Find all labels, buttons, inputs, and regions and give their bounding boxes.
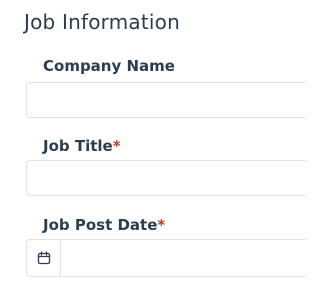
calendar-icon <box>37 251 51 265</box>
company-name-input[interactable] <box>26 82 306 118</box>
job-title-input[interactable] <box>26 160 306 196</box>
required-asterisk: * <box>112 137 121 155</box>
job-information-form: Job Information Company Name Job Title* … <box>0 0 306 288</box>
company-name-label-text: Company Name <box>43 57 175 75</box>
section-title: Job Information <box>24 10 180 34</box>
company-name-label: Company Name <box>43 57 175 75</box>
job-post-date-field[interactable] <box>26 239 306 277</box>
job-title-label-text: Job Title <box>43 137 113 155</box>
job-title-label: Job Title* <box>43 137 121 155</box>
required-asterisk: * <box>157 216 166 234</box>
calendar-button[interactable] <box>27 240 61 276</box>
job-post-date-label: Job Post Date* <box>43 216 165 234</box>
job-post-date-label-text: Job Post Date <box>43 216 158 234</box>
